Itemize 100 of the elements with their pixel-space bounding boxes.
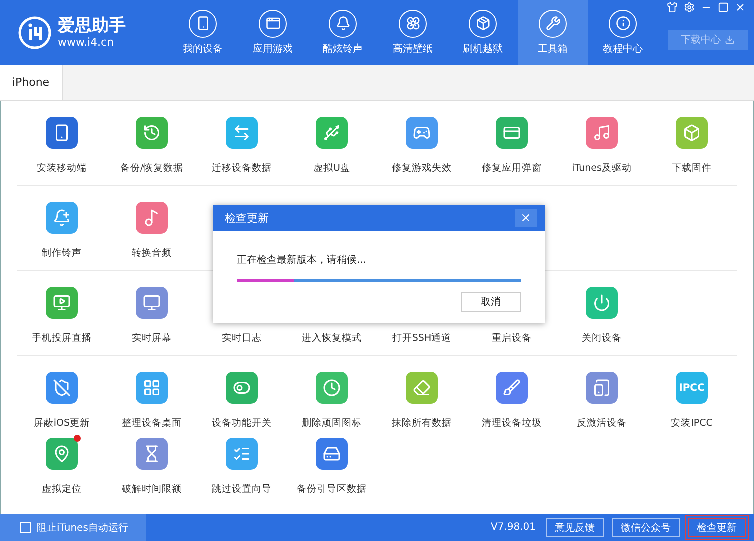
footer-button[interactable]: 检查更新 bbox=[688, 518, 746, 537]
tool-label[interactable]: 备份引导区数据 bbox=[297, 483, 367, 496]
tool-tile[interactable] bbox=[46, 372, 78, 404]
tool-label[interactable]: 关闭设备 bbox=[582, 332, 622, 345]
status-message: 正在检查最新版本，请稍候... bbox=[237, 254, 368, 267]
tool-tile[interactable] bbox=[496, 117, 528, 149]
tool-tile[interactable] bbox=[46, 117, 78, 149]
tool-label[interactable]: 破解时间限额 bbox=[122, 483, 182, 496]
nav-icon bbox=[189, 10, 217, 38]
tool-label[interactable]: 实时屏幕 bbox=[132, 332, 172, 345]
tool-label[interactable]: 删除顽固图标 bbox=[302, 417, 362, 430]
tool-label[interactable]: iTunes及驱动 bbox=[572, 162, 632, 175]
tool-tile[interactable] bbox=[136, 372, 168, 404]
tool-icon bbox=[143, 209, 161, 227]
app-url: www.i4.cn bbox=[58, 36, 116, 49]
tool-label[interactable]: 打开SSH通道 bbox=[392, 332, 452, 345]
tool-label[interactable]: 跳过设置向导 bbox=[212, 483, 272, 496]
tool-tile[interactable] bbox=[136, 438, 168, 470]
nav-icon bbox=[399, 10, 427, 38]
tool-icon bbox=[323, 124, 341, 142]
close-button[interactable] bbox=[515, 209, 537, 227]
tool-tile[interactable] bbox=[136, 202, 168, 234]
tool-tile[interactable] bbox=[226, 438, 258, 470]
tool-label[interactable]: 修复游戏失效 bbox=[392, 162, 452, 175]
tool-label[interactable]: 虚拟定位 bbox=[42, 483, 82, 496]
tool-tile[interactable] bbox=[676, 117, 708, 149]
tool-tile[interactable] bbox=[226, 372, 258, 404]
tool-label[interactable]: 安装移动端 bbox=[37, 162, 87, 175]
nav-tab[interactable]: 高清壁纸 bbox=[378, 0, 448, 65]
nav-tab[interactable]: 应用游戏 bbox=[238, 0, 308, 65]
tool-label[interactable]: 虚拟U盘 bbox=[314, 162, 350, 175]
tool-label[interactable]: 修复应用弹窗 bbox=[482, 162, 542, 175]
tool-tile[interactable] bbox=[46, 287, 78, 319]
tool-icon bbox=[233, 124, 251, 142]
tool-label[interactable]: 设备功能开关 bbox=[212, 417, 272, 430]
tool-tile[interactable] bbox=[316, 372, 348, 404]
tool-label[interactable]: 迁移设备数据 bbox=[212, 162, 272, 175]
tool-icon bbox=[53, 294, 71, 312]
tool-label[interactable]: 制作铃声 bbox=[42, 247, 82, 260]
tool-tile[interactable] bbox=[226, 117, 258, 149]
tool-label[interactable]: 安装IPCC bbox=[671, 417, 713, 430]
footer-button[interactable]: 微信公众号 bbox=[612, 518, 680, 537]
tool-label[interactable]: 清理设备垃圾 bbox=[482, 417, 542, 430]
tool-label[interactable]: 备份/恢复数据 bbox=[120, 162, 184, 175]
app-name: 爱思助手 bbox=[58, 16, 126, 36]
tool-label[interactable]: 转换音频 bbox=[132, 247, 172, 260]
device-tab[interactable]: iPhone bbox=[0, 65, 63, 100]
cancel-button[interactable]: 取消 bbox=[461, 292, 521, 312]
tool-label[interactable]: 抹除所有数据 bbox=[392, 417, 452, 430]
close-icon[interactable] bbox=[735, 2, 746, 13]
tool-tile[interactable] bbox=[136, 117, 168, 149]
footer-button[interactable]: 意见反馈 bbox=[546, 518, 604, 537]
tool-label[interactable]: 重启设备 bbox=[492, 332, 532, 345]
tool-tile[interactable] bbox=[586, 372, 618, 404]
nav-tab[interactable]: 教程中心 bbox=[588, 0, 658, 65]
tool-tile[interactable] bbox=[496, 372, 528, 404]
checkbox[interactable] bbox=[20, 522, 31, 533]
tool-tile[interactable] bbox=[586, 117, 618, 149]
tool-icon bbox=[233, 379, 251, 397]
maximize-icon[interactable] bbox=[718, 2, 729, 13]
tool-icon bbox=[143, 379, 161, 397]
tool-icon bbox=[413, 124, 431, 142]
tool-label[interactable]: 整理设备桌面 bbox=[122, 417, 182, 430]
tool-label[interactable]: 反激活设备 bbox=[577, 417, 627, 430]
tool-label[interactable]: 实时日志 bbox=[222, 332, 262, 345]
settings-icon[interactable] bbox=[684, 2, 695, 13]
tool-tile[interactable] bbox=[46, 438, 78, 470]
tool-label[interactable]: 下载固件 bbox=[672, 162, 712, 175]
tool-icon bbox=[143, 124, 161, 142]
tool-icon bbox=[323, 445, 341, 463]
tool-icon bbox=[233, 445, 251, 463]
close-icon bbox=[520, 212, 532, 224]
dialog-title: 检查更新 bbox=[225, 210, 269, 226]
skin-icon[interactable] bbox=[667, 2, 678, 13]
nav-tab[interactable]: 酷炫铃声 bbox=[308, 0, 378, 65]
tool-label[interactable]: 屏蔽iOS更新 bbox=[34, 417, 90, 430]
nav-icon bbox=[539, 10, 567, 38]
nav-tab[interactable]: 工具箱 bbox=[518, 0, 588, 65]
version-text: V7.98.01 bbox=[490, 522, 536, 533]
notification-dot bbox=[74, 435, 81, 442]
tool-tile[interactable] bbox=[316, 438, 348, 470]
tool-tile[interactable] bbox=[406, 117, 438, 149]
tool-tile[interactable] bbox=[136, 287, 168, 319]
tool-icon bbox=[143, 445, 161, 463]
tool-icon bbox=[503, 124, 521, 142]
tool-icon bbox=[593, 124, 611, 142]
tool-tile[interactable] bbox=[46, 202, 78, 234]
tool-tile[interactable] bbox=[406, 372, 438, 404]
tool-icon bbox=[413, 379, 431, 397]
tool-label[interactable]: 进入恢复模式 bbox=[302, 332, 362, 345]
nav-tab[interactable]: 我的设备 bbox=[168, 0, 238, 65]
nav-tab[interactable]: 刷机越狱 bbox=[448, 0, 518, 65]
tool-icon bbox=[53, 445, 71, 463]
tool-label[interactable]: 手机投屏直播 bbox=[32, 332, 92, 345]
nav-icon bbox=[469, 10, 497, 38]
tool-tile[interactable] bbox=[316, 117, 348, 149]
tool-tile[interactable] bbox=[586, 287, 618, 319]
tool-icon bbox=[53, 124, 71, 142]
tool-icon bbox=[53, 379, 71, 397]
tool-icon bbox=[593, 379, 611, 397]
